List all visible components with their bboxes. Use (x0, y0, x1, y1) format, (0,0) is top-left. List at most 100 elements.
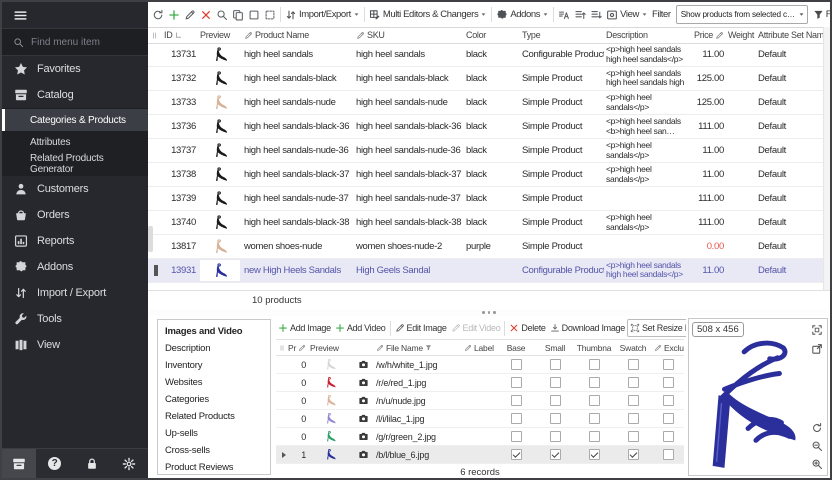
column-header-type[interactable]: Type (520, 30, 604, 40)
image-row[interactable]: 0/w/h/white_1.jpg (276, 356, 684, 374)
column-header-description[interactable]: Description (604, 30, 692, 40)
tab-description[interactable]: Description (158, 340, 270, 357)
add-image-button[interactable]: Add Image (276, 320, 333, 337)
column-header-file-name[interactable]: File Name (374, 340, 462, 355)
toolbar-select-box-button[interactable] (246, 3, 262, 26)
toolbar-menu-import-export[interactable]: Import/Export (283, 3, 362, 26)
product-row[interactable]: 13736high heel sandals-black-36high heel… (148, 115, 824, 139)
exclude-checkbox[interactable] (663, 431, 674, 442)
set-resize-rule-button[interactable]: Set Resize Rule (627, 319, 686, 337)
sidebar-bottom-settings-button[interactable] (112, 449, 146, 478)
filters-menu-button[interactable]: Filters (811, 3, 830, 26)
base-checkbox[interactable] (511, 395, 522, 406)
edit-video-button[interactable]: Edit Video (449, 320, 503, 337)
product-row[interactable]: 13731high heel sandalshigh heel sandalsb… (148, 43, 824, 67)
toolbar-row-add-top-button[interactable] (572, 3, 588, 26)
hamburger-menu-icon[interactable] (13, 8, 28, 23)
image-row[interactable]: 0/l/i/lilac_1.jpg (276, 410, 684, 428)
row-marker-column[interactable] (276, 340, 286, 355)
toolbar-search-button[interactable] (214, 3, 230, 26)
column-header-color[interactable]: Color (464, 30, 520, 40)
image-row[interactable]: 1/b/l/blue_6.jpg (276, 446, 684, 464)
edit-image-button[interactable]: Edit Image (393, 320, 449, 337)
tab-cross-sells[interactable]: Cross-sells (158, 442, 270, 459)
toolbar-row-add-bottom-button[interactable] (588, 3, 604, 26)
sidebar-item-addons[interactable]: Addons (2, 254, 148, 280)
small-checkbox[interactable] (550, 377, 561, 388)
column-header-preview[interactable]: Preview (198, 30, 242, 40)
thumbnail-checkbox[interactable] (589, 377, 600, 388)
sidebar-bottom-store-button[interactable] (2, 449, 36, 478)
toolbar-paste-special-button[interactable] (262, 3, 278, 26)
toolbar-add-button[interactable] (166, 3, 182, 26)
column-header-exclude[interactable]: Exclude (652, 340, 684, 355)
toolbar-refresh-button[interactable] (150, 3, 166, 26)
base-checkbox[interactable] (511, 359, 522, 370)
sidebar-item-catalog[interactable]: Catalog (2, 82, 148, 108)
rotate-button[interactable] (810, 421, 824, 435)
product-row[interactable]: 13740high heel sandals-black-38high heel… (148, 211, 824, 235)
sidebar-bottom-help-button[interactable]: ? (38, 449, 72, 478)
column-header-sku[interactable]: SKU (354, 30, 464, 40)
product-row[interactable]: 13737high heel sandals-nude-36high heel … (148, 139, 824, 163)
column-header-attribute-set-name[interactable]: Attribute Set Name (756, 30, 826, 40)
thumbnail-checkbox[interactable] (589, 431, 600, 442)
sidebar-search[interactable]: Find menu item (2, 28, 148, 56)
thumbnail-checkbox[interactable] (589, 449, 600, 460)
base-checkbox[interactable] (511, 449, 522, 460)
product-row[interactable]: 13738high heel sandals-black-37high heel… (148, 163, 824, 187)
small-checkbox[interactable] (550, 431, 561, 442)
toolbar-translate-button[interactable] (556, 3, 572, 26)
toolbar-menu-addons[interactable]: Addons (494, 3, 551, 26)
zoom-in-button[interactable] (810, 457, 824, 471)
base-checkbox[interactable] (511, 431, 522, 442)
base-checkbox[interactable] (511, 377, 522, 388)
swatch-checkbox[interactable] (628, 431, 639, 442)
small-checkbox[interactable] (550, 413, 561, 424)
column-header-price[interactable]: Price (692, 30, 726, 40)
sidebar-item-tools[interactable]: Tools (2, 306, 148, 332)
sidebar-splitter-handle[interactable] (148, 226, 153, 252)
sidebar-item-orders[interactable]: Orders (2, 202, 148, 228)
tab-categories[interactable]: Categories (158, 391, 270, 408)
fit-screen-button[interactable] (810, 323, 824, 337)
swatch-checkbox[interactable] (628, 449, 639, 460)
filter-category-select[interactable]: Show products from selected categories (676, 5, 808, 24)
column-header-preview[interactable]: Preview (308, 340, 352, 355)
column-header-swatch[interactable]: Swatch (614, 340, 652, 355)
column-header-small[interactable]: Small (536, 340, 574, 355)
base-checkbox[interactable] (511, 413, 522, 424)
swatch-checkbox[interactable] (628, 413, 639, 424)
column-header-thumbna[interactable]: Thumbna (574, 340, 614, 355)
thumbnail-checkbox[interactable] (589, 395, 600, 406)
tab-related-products[interactable]: Related Products (158, 408, 270, 425)
sidebar-item-favorites[interactable]: Favorites (2, 56, 148, 82)
add-video-button[interactable]: Add Video (333, 320, 388, 337)
sidebar-bottom-lock-button[interactable] (75, 449, 109, 478)
tab-inventory[interactable]: Inventory (158, 357, 270, 374)
sidebar-item-reports[interactable]: Reports (2, 228, 148, 254)
column-header-base[interactable]: Base (496, 340, 536, 355)
open-external-button[interactable] (810, 342, 824, 356)
tab-product-reviews[interactable]: Product Reviews (158, 459, 270, 476)
sidebar-subitem-related-products-generator[interactable]: Related Products Generator (2, 153, 148, 175)
product-row[interactable]: 13931new High Heels SandalsHigh Geels Sa… (148, 259, 824, 283)
product-row[interactable]: 13733high heel sandals-nudehigh heel san… (148, 91, 824, 115)
small-checkbox[interactable] (550, 359, 561, 370)
product-row[interactable]: 13817women shoes-nudewomen shoes-nude-2p… (148, 235, 824, 259)
vertical-scrollbar[interactable] (823, 27, 830, 291)
sidebar-item-view[interactable]: View (2, 332, 148, 358)
download-image-button[interactable]: Download Image (548, 320, 627, 337)
tab-up-sells[interactable]: Up-sells (158, 425, 270, 442)
tab-images-and-video[interactable]: Images and Video (158, 323, 270, 340)
product-row[interactable]: 13739high heel sandals-nude-37high heel … (148, 187, 824, 211)
toolbar-delete-button[interactable] (198, 3, 214, 26)
column-header-label[interactable]: Label (462, 340, 496, 355)
exclude-checkbox[interactable] (663, 377, 674, 388)
exclude-checkbox[interactable] (663, 413, 674, 424)
column-header-pr[interactable]: Pr (286, 340, 308, 355)
image-row[interactable]: 0/n/u/nude.jpg (276, 392, 684, 410)
thumbnail-checkbox[interactable] (589, 413, 600, 424)
thumbnail-checkbox[interactable] (589, 359, 600, 370)
toolbar-menu-view[interactable]: View (604, 3, 650, 26)
